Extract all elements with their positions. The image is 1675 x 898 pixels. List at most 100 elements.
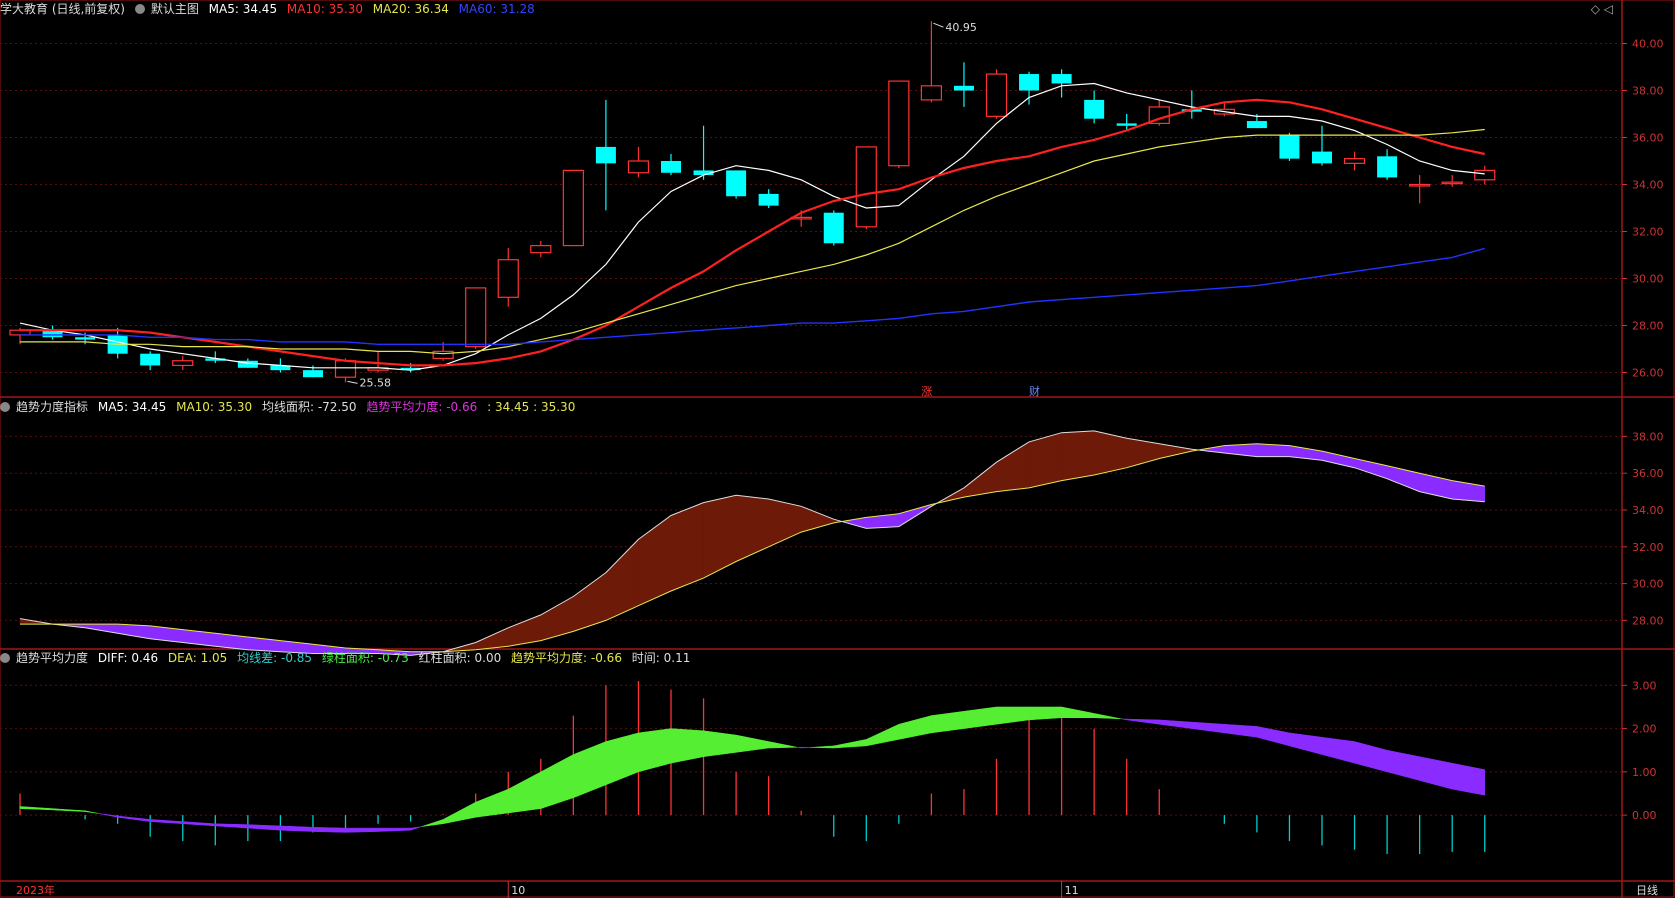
- trend-avg-band-segment: [898, 715, 932, 740]
- trend-avg-band-segment: [117, 815, 151, 822]
- ind2-madiff: 均线差: -0.85: [237, 651, 313, 665]
- indicator1-menu-icon[interactable]: [0, 402, 10, 412]
- y-tick-label: 34.00: [1632, 179, 1664, 192]
- candle-body: [1019, 74, 1040, 91]
- trend-avg-band-segment: [410, 826, 422, 831]
- candlestick: [953, 62, 974, 107]
- trend-band-segment: [735, 495, 769, 562]
- ind1-pair: : 34.45 : 35.30: [487, 400, 576, 414]
- candle-body: [1377, 156, 1398, 178]
- main-chart-label[interactable]: 默认主图: [151, 2, 199, 16]
- trend-avg-band-segment: [377, 827, 411, 832]
- window-controls[interactable]: ◇ ◁: [1591, 2, 1613, 16]
- stock-title[interactable]: 学大教育 (日线,前复权): [0, 2, 125, 16]
- candlestick: [758, 189, 779, 208]
- trend-avg-band-segment: [735, 734, 769, 753]
- ind2-diff: DIFF: 0.46: [97, 651, 159, 665]
- y-tick-label: 32.00: [1632, 226, 1664, 239]
- indicator2-menu-icon[interactable]: [0, 653, 10, 663]
- trend-avg-band-segment: [215, 823, 249, 829]
- indicator2-name[interactable]: 趋势平均力度: [16, 651, 88, 665]
- trend-avg-band-segment: [605, 732, 639, 786]
- candlestick: [1084, 90, 1105, 124]
- y-tick-label: 38.00: [1632, 85, 1664, 98]
- candle-body: [1116, 123, 1137, 126]
- trend-avg-band-segment: [1159, 719, 1193, 729]
- trend-avg-band-segment: [247, 824, 281, 831]
- candle-body: [75, 337, 96, 340]
- indicator1-header: 趋势力度指标 MA5: 34.45 MA10: 35.30 均线面积: -72.…: [0, 398, 581, 416]
- candlestick: [42, 325, 63, 340]
- period-label: 日线: [1636, 883, 1658, 897]
- candle-body: [823, 212, 844, 244]
- trend-band-segment: [996, 441, 1030, 492]
- candlestick: [855, 146, 877, 230]
- diamond-icon[interactable]: ◇: [1591, 2, 1600, 16]
- stock-chart[interactable]: 26.00 28.00 30.00 32.00 34.00 36.00 38.00 40.00…: [0, 0, 1675, 898]
- y-tick-label: 36.00: [1632, 132, 1664, 145]
- candlestick: [530, 240, 552, 258]
- indicator2-header: 趋势平均力度 DIFF: 0.46 DEA: 1.05 均线差: -0.85 绿…: [0, 649, 696, 667]
- candlestick: [1019, 71, 1040, 105]
- candlestick: [595, 99, 616, 211]
- trend-avg-band-segment: [442, 801, 476, 825]
- ind1-area: 均线面积: -72.50: [261, 400, 357, 414]
- candle-body: [140, 353, 161, 366]
- trend-avg-band-segment: [797, 746, 802, 749]
- ind2-avg: 趋势平均力度: -0.66: [511, 651, 622, 665]
- candle-body: [758, 193, 779, 206]
- candlestick: [627, 146, 650, 178]
- trend-avg-band-segment: [421, 819, 444, 827]
- high-arrow: [933, 22, 944, 28]
- trend-band-segment: [1354, 458, 1388, 480]
- candlestick: [465, 287, 487, 349]
- candlestick: [1474, 165, 1496, 185]
- trend-avg-band-segment: [1126, 718, 1160, 725]
- trend-band-segment: [149, 625, 183, 643]
- trend-avg-band-segment: [508, 771, 542, 814]
- candlestick: [1343, 151, 1366, 171]
- left-arrow-icon[interactable]: ◁: [1604, 2, 1613, 16]
- y-tick-label: 0.00: [1632, 809, 1657, 822]
- trend-avg-band-segment: [833, 739, 867, 749]
- candlestick: [1279, 132, 1300, 161]
- menu-circle-icon[interactable]: [134, 4, 145, 14]
- indicator1-name[interactable]: 趋势力度指标: [16, 400, 88, 414]
- y-tick-label: 2.00: [1632, 723, 1657, 736]
- trend-avg-band-segment: [345, 827, 379, 833]
- candlestick: [1441, 175, 1463, 187]
- trend-band-segment: [540, 596, 574, 641]
- candlestick: [985, 69, 1008, 119]
- candle-body: [627, 160, 650, 174]
- y-tick-label: 36.00: [1632, 467, 1664, 480]
- trend-avg-band-segment: [540, 754, 574, 809]
- candlestick: [562, 169, 584, 247]
- y-tick-label: 40.00: [1632, 38, 1664, 51]
- candle-body: [302, 370, 323, 378]
- low-price-label: 25.58: [360, 376, 392, 389]
- candlestick: [920, 21, 943, 103]
- trend-avg-band-segment: [768, 741, 798, 749]
- trend-band-segment: [638, 515, 672, 607]
- trend-avg-band-segment: [1191, 721, 1225, 734]
- candle-body: [1441, 181, 1463, 185]
- candle-body: [1084, 99, 1105, 119]
- candle-body: [1246, 121, 1267, 129]
- trend-band-segment: [1159, 443, 1193, 459]
- trend-band-segment: [963, 461, 997, 498]
- candle-body: [497, 259, 519, 298]
- candle-body: [1343, 158, 1366, 164]
- trend-band-segment: [1321, 450, 1355, 468]
- ind2-time: 时间: 0.11: [631, 651, 691, 665]
- x-label-november: 11: [1065, 884, 1079, 897]
- event-marker-zhang: 涨: [921, 385, 932, 398]
- high-price-label: 40.95: [945, 21, 977, 34]
- x-label-year: 2023年: [16, 883, 55, 897]
- trend-avg-band-segment: [1289, 732, 1323, 755]
- trend-avg-band-segment: [1419, 756, 1453, 790]
- candle-body: [432, 350, 454, 360]
- trend-avg-band-segment: [810, 745, 834, 749]
- trend-avg-band-segment: [1256, 726, 1290, 747]
- y-tick-label: 30.00: [1632, 273, 1664, 286]
- trend-band-segment: [117, 623, 151, 640]
